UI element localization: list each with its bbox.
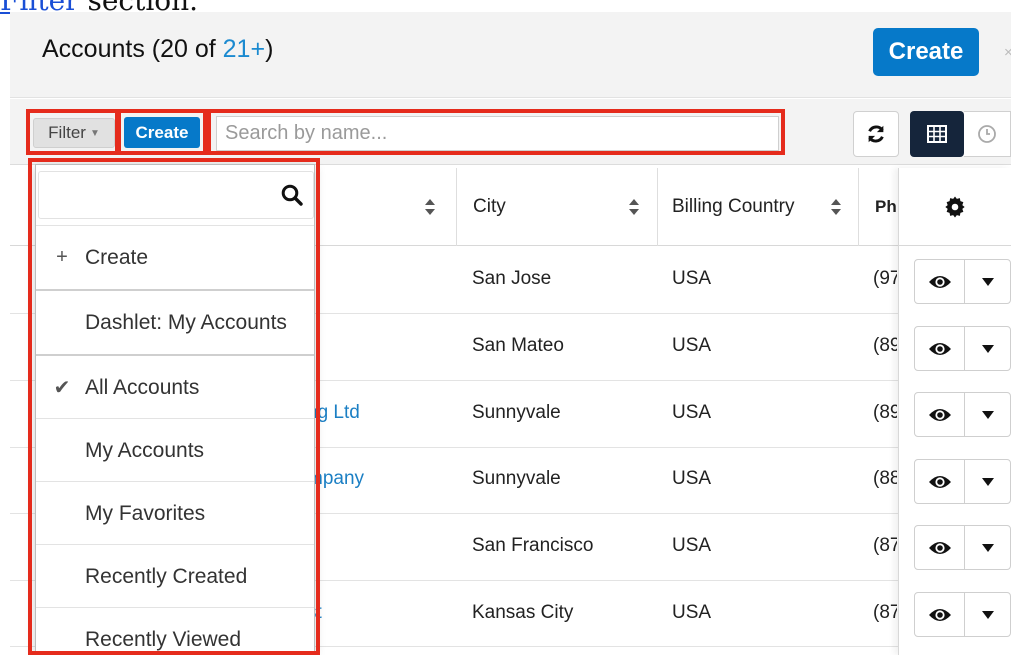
phone-cell: (87 xyxy=(873,602,897,623)
page-title: Accounts (20 of 21+) xyxy=(42,35,273,64)
filter-search-input[interactable] xyxy=(39,172,259,218)
caret-down-icon xyxy=(981,610,994,619)
preview-button[interactable] xyxy=(915,593,965,636)
gear-icon xyxy=(944,195,965,218)
preview-button[interactable] xyxy=(915,260,965,303)
city-column-header[interactable]: City xyxy=(457,168,657,246)
create-filter-label: Create xyxy=(85,245,149,269)
billing-country-header-label: Billing Country xyxy=(672,195,795,217)
city-cell: Kansas City xyxy=(472,602,574,623)
activity-stream-icon xyxy=(978,125,996,143)
phone-cell: (88 xyxy=(873,468,897,489)
search-icon[interactable] xyxy=(281,184,303,206)
title-text: Accounts (20 of xyxy=(42,35,223,63)
phone-cell: (87 xyxy=(873,535,897,556)
city-cell: San Jose xyxy=(472,268,552,289)
row-actions-dropdown[interactable] xyxy=(965,393,1010,436)
sort-icon[interactable] xyxy=(830,197,842,217)
caret-down-icon xyxy=(981,477,994,486)
row-action-group xyxy=(914,525,1011,570)
filter-item-recently-viewed[interactable]: Recently Viewed xyxy=(36,608,314,651)
row-actions-dropdown[interactable] xyxy=(965,327,1010,370)
country-cell: USA xyxy=(672,535,712,556)
activity-stream-button[interactable] xyxy=(964,111,1011,157)
city-cell: San Mateo xyxy=(472,335,564,356)
filter-item-label: All Accounts xyxy=(85,375,200,399)
list-view-button[interactable] xyxy=(910,111,964,157)
caret-down-icon xyxy=(981,543,994,552)
row-actions-dropdown[interactable] xyxy=(965,593,1010,636)
create-filter-button[interactable]: Create xyxy=(124,117,200,148)
phone-header-label: Ph xyxy=(875,196,897,216)
row-action-group xyxy=(914,392,1011,437)
filter-item-my-favorites[interactable]: My Favorites xyxy=(36,482,314,545)
caret-down-icon xyxy=(981,344,994,353)
preview-button[interactable] xyxy=(915,327,965,370)
column-settings-button[interactable] xyxy=(898,168,1011,246)
row-action-group xyxy=(914,592,1011,637)
caret-down-icon xyxy=(981,410,994,419)
filter-item-all-accounts[interactable]: ✔ All Accounts xyxy=(36,356,314,419)
phone-cell: (89 xyxy=(873,402,897,423)
country-cell: USA xyxy=(672,335,712,356)
filter-search-box[interactable] xyxy=(38,171,314,219)
list-view-icon xyxy=(927,125,947,143)
filter-dropdown-menu: + Create Dashlet: My Accounts ✔ All Accoun… xyxy=(35,164,315,652)
row-actions-dropdown[interactable] xyxy=(965,526,1010,569)
row-actions-dropdown[interactable] xyxy=(965,460,1010,503)
row-action-group xyxy=(914,259,1011,304)
city-cell: San Francisco xyxy=(472,535,594,556)
eye-icon xyxy=(928,408,951,421)
filter-item-dashlet-my-accounts[interactable]: Dashlet: My Accounts xyxy=(36,291,314,354)
country-cell: USA xyxy=(672,468,712,489)
eye-icon xyxy=(928,342,951,355)
eye-icon xyxy=(928,541,951,554)
eye-icon xyxy=(928,275,951,288)
city-cell: Sunnyvale xyxy=(472,468,561,489)
refresh-icon xyxy=(868,125,884,143)
caret-down-icon: ▼ xyxy=(89,127,100,139)
city-cell: Sunnyvale xyxy=(472,402,561,423)
eye-icon xyxy=(928,608,951,621)
caret-down-icon xyxy=(981,277,994,286)
eye-icon xyxy=(928,475,951,488)
phone-cell: (89 xyxy=(873,335,897,356)
create-filter-item[interactable]: + Create xyxy=(36,226,314,289)
refresh-button[interactable] xyxy=(853,111,899,157)
filter-item-my-accounts[interactable]: My Accounts xyxy=(36,419,314,482)
search-input[interactable] xyxy=(216,116,779,151)
country-cell: USA xyxy=(672,402,712,423)
preview-button[interactable] xyxy=(915,526,965,569)
check-icon: ✔ xyxy=(53,377,71,399)
title-end: ) xyxy=(265,35,274,63)
filter-label: Filter xyxy=(48,123,86,142)
sort-icon[interactable] xyxy=(628,197,640,217)
row-action-group xyxy=(914,459,1011,504)
row-actions-dropdown[interactable] xyxy=(965,260,1010,303)
city-header-label: City xyxy=(473,195,506,217)
preview-button[interactable] xyxy=(915,393,965,436)
country-cell: USA xyxy=(672,602,712,623)
plus-icon: + xyxy=(56,246,68,268)
row-action-group xyxy=(914,326,1011,371)
sort-icon[interactable] xyxy=(424,197,436,217)
filter-dropdown-button[interactable]: Filter ▼ xyxy=(33,118,115,148)
create-record-button[interactable]: Create xyxy=(873,28,979,76)
country-cell: USA xyxy=(672,268,712,289)
close-icon[interactable]: × xyxy=(1004,44,1011,61)
phone-column-header[interactable]: Ph xyxy=(859,168,899,246)
account-name-link[interactable]: mpany xyxy=(307,468,364,490)
billing-country-column-header[interactable]: Billing Country xyxy=(658,168,858,246)
phone-cell: (97 xyxy=(873,268,897,289)
record-count-link[interactable]: 21+ xyxy=(223,35,265,63)
preview-button[interactable] xyxy=(915,460,965,503)
filter-item-recently-created[interactable]: Recently Created xyxy=(36,545,314,608)
